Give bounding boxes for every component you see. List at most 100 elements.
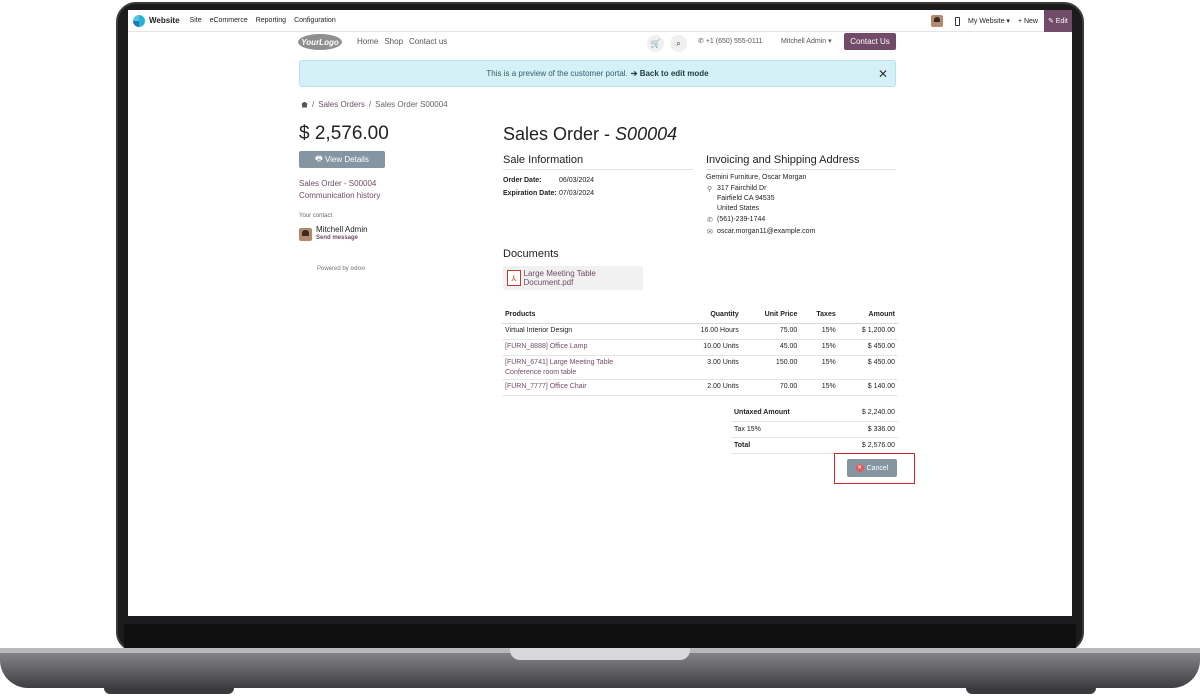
expiration-date-value: 07/03/2024: [559, 190, 595, 197]
alert-text: This is a preview of the customer portal…: [486, 69, 628, 78]
laptop-foot-right: [966, 688, 1096, 694]
laptop-foot-left: [104, 688, 234, 694]
contact-us-button[interactable]: Contact Us: [844, 33, 896, 50]
home-icon[interactable]: [301, 101, 308, 108]
site-navbar: YourLogo Home Shop Contact us 🛒 ⌕ ✆ +1 (…: [128, 32, 1072, 54]
menu-reporting[interactable]: Reporting: [256, 17, 286, 24]
laptop-notch: [510, 648, 690, 660]
untaxed-label-text: Untaxed Amount: [734, 409, 790, 417]
my-website-dropdown[interactable]: My Website ▾: [968, 17, 1010, 25]
order-amount: $ 2,576.00: [299, 123, 389, 144]
expiration-date-row: Expiration Date: 07/03/2024: [503, 190, 594, 197]
phone-number: ✆ +1 (650) 555-0111: [698, 38, 763, 45]
user-name: Mitchell Admin: [781, 38, 827, 45]
cancel-button[interactable]: ✕ Cancel: [847, 459, 897, 477]
row-amount: $ 450.00: [838, 355, 898, 380]
preview-alert: This is a preview of the customer portal…: [299, 60, 896, 87]
row-product-description: Conference room table: [505, 368, 577, 376]
powered-by: Powered by odoo: [317, 266, 365, 272]
menu-site[interactable]: Site: [190, 17, 202, 24]
nav-contact-us[interactable]: Contact us: [409, 37, 447, 46]
row-taxes: 15%: [800, 379, 839, 396]
order-date-row: Order Date: 06/03/2024: [503, 177, 594, 184]
app-name[interactable]: Website: [149, 16, 180, 25]
powered-by-text: Powered by: [317, 266, 349, 272]
untaxed-label: Untaxed Amount: [731, 405, 834, 422]
sidebar-link-sales-order[interactable]: Sales Order - S00004: [299, 179, 376, 188]
screen: Website Site eCommerce Reporting Configu…: [128, 10, 1072, 616]
phone-text: +1 (650) 555-0111: [705, 38, 763, 45]
document-attachment[interactable]: ⅄ Large Meeting Table Document.pdf: [503, 266, 643, 290]
row-product-link[interactable]: [FURN_6741] Large Meeting Table: [505, 359, 672, 366]
nav-home[interactable]: Home: [357, 37, 378, 46]
tax-value: $ 336.00: [833, 421, 898, 438]
order-title: Sales Order - S00004: [503, 124, 677, 145]
odoo-logo[interactable]: odoo: [350, 266, 365, 272]
mobile-preview-icon[interactable]: [955, 16, 961, 26]
envelope-icon: ✉: [707, 229, 713, 236]
untaxed-row: Untaxed Amount $ 2,240.00: [731, 405, 898, 422]
send-message-link[interactable]: Send message: [316, 235, 358, 241]
sale-information-heading: Sale Information: [503, 154, 693, 170]
col-amount: Amount: [838, 307, 898, 324]
cart-icon[interactable]: 🛒: [647, 35, 664, 52]
admin-avatar[interactable]: [931, 15, 944, 27]
back-to-edit-link[interactable]: ➔ Back to edit mode: [631, 69, 709, 78]
pdf-icon: ⅄: [507, 270, 521, 286]
menu-ecommerce[interactable]: eCommerce: [210, 17, 248, 24]
row-amount: $ 450.00: [838, 339, 898, 356]
breadcrumb-sales-orders[interactable]: Sales Orders: [318, 100, 365, 109]
edit-button[interactable]: ✎ Edit: [1044, 10, 1072, 32]
order-lines-table: Products Quantity Unit Price Taxes Amoun…: [502, 307, 898, 396]
expiration-date-label: Expiration Date:: [503, 190, 557, 197]
order-date-label: Order Date:: [503, 177, 542, 184]
documents-heading: Documents: [503, 248, 559, 260]
breadcrumb-separator: /: [312, 100, 315, 109]
site-logo[interactable]: YourLogo: [298, 34, 342, 50]
total-row: Total $ 2,576.00: [731, 437, 898, 454]
phone-icon: ✆: [707, 217, 713, 224]
row-taxes: 15%: [800, 323, 839, 340]
row-quantity: 10.00 Units: [674, 339, 742, 356]
menu-configuration[interactable]: Configuration: [294, 17, 336, 24]
table-row: [FURN_7777] Office Chair 2.00 Units 70.0…: [502, 379, 898, 396]
nav-shop[interactable]: Shop: [384, 37, 403, 46]
map-marker-icon: ⚲: [707, 186, 713, 193]
website-app-icon[interactable]: [133, 14, 145, 27]
order-date-value: 06/03/2024: [559, 177, 595, 184]
tax-label: Tax 15%: [731, 421, 834, 438]
row-unit-price: 45.00: [741, 339, 801, 356]
breadcrumb: / Sales Orders / Sales Order S00004: [301, 100, 448, 109]
customer-name: Gemini Furniture, Oscar Morgan: [706, 174, 807, 181]
close-icon[interactable]: ✕: [878, 67, 888, 81]
total-label: Total: [731, 437, 834, 454]
order-number: S00004: [615, 124, 678, 144]
totals-table: Untaxed Amount $ 2,240.00 Tax 15% $ 336.…: [731, 405, 898, 454]
search-icon[interactable]: ⌕: [670, 35, 687, 52]
address-country: United States: [717, 205, 760, 212]
col-products: Products: [502, 307, 675, 324]
untaxed-value: $ 2,240.00: [833, 405, 898, 422]
row-unit-price: 150.00: [741, 355, 801, 380]
row-taxes: 15%: [800, 355, 839, 380]
table-row: [FURN_8888] Office Lamp 10.00 Units 45.0…: [502, 339, 898, 356]
total-label-text: Total: [734, 441, 751, 449]
table-row: Virtual Interior Design 16.00 Hours 75.0…: [502, 323, 898, 340]
breadcrumb-current: Sales Order S00004: [375, 100, 448, 109]
view-details-label: View Details: [324, 155, 369, 164]
row-product-link[interactable]: [FURN_7777] Office Chair: [502, 379, 675, 396]
table-row: [FURN_6741] Large Meeting Table Conferen…: [502, 355, 898, 380]
row-amount: $ 1,200.00: [838, 323, 898, 340]
admin-bar: Website Site eCommerce Reporting Configu…: [128, 10, 1072, 32]
row-product-cell: [FURN_6741] Large Meeting Table Conferen…: [502, 355, 675, 380]
new-button[interactable]: + New: [1018, 18, 1038, 25]
address-street: 317 Fairchild Dr: [717, 185, 767, 192]
document-name: Large Meeting Table Document.pdf: [523, 269, 596, 287]
view-details-button[interactable]: 🖶 View Details: [299, 151, 385, 168]
row-product-link[interactable]: [FURN_8888] Office Lamp: [502, 339, 675, 356]
row-amount: $ 140.00: [838, 379, 898, 396]
sidebar-link-communication-history[interactable]: Communication history: [299, 191, 380, 200]
table-header-row: Products Quantity Unit Price Taxes Amoun…: [502, 307, 898, 324]
customer-phone: (561)-239-1744: [717, 216, 766, 223]
user-menu[interactable]: Mitchell Admin ▾: [781, 37, 832, 45]
